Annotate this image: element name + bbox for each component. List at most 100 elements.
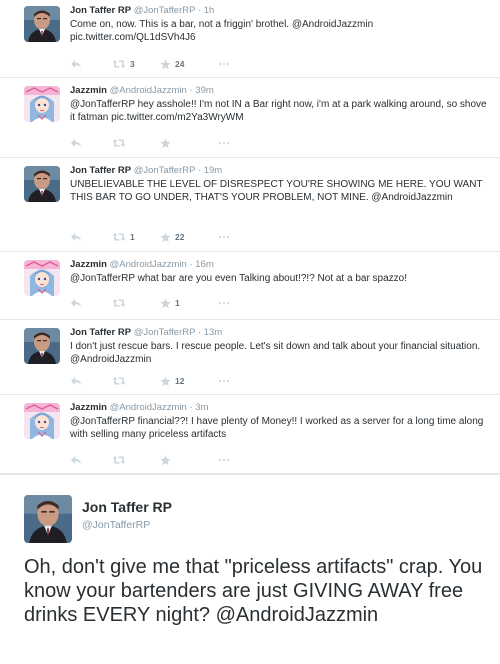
reply-icon <box>70 298 82 308</box>
jon-avatar[interactable] <box>24 166 60 202</box>
tweet-content: Jon Taffer RP @JonTafferRP · 19m UNBELIE… <box>70 165 488 204</box>
more-button[interactable] <box>218 62 230 66</box>
tweet-text: UNBELIEVABLE THE LEVEL OF DISRESPECT YOU… <box>70 179 483 203</box>
favorite-count: 24 <box>175 59 185 69</box>
reply-icon <box>70 232 82 242</box>
star-icon <box>160 454 171 466</box>
author-handle[interactable]: @AndroidJazzmin <box>110 259 187 270</box>
separator-dot: · <box>197 327 202 338</box>
tweet-actions: 1 <box>70 296 230 310</box>
author-name[interactable]: Jazzmin <box>70 259 107 270</box>
expanded-author-handle[interactable]: @JonTafferRP <box>82 519 150 531</box>
star-icon <box>160 58 171 70</box>
expanded-tweet[interactable]: Jon Taffer RP @JonTafferRP Oh, don't giv… <box>0 474 500 664</box>
tweet-timestamp[interactable]: 1h <box>204 5 215 16</box>
favorite-button[interactable]: 12 <box>160 375 218 387</box>
author-name[interactable]: Jon Taffer RP <box>70 5 131 16</box>
tweet-actions: 1 22 <box>70 230 230 244</box>
reply-button[interactable] <box>70 138 112 148</box>
reply-button[interactable] <box>70 298 112 308</box>
reply-button[interactable] <box>70 455 112 465</box>
retweet-button[interactable] <box>112 138 160 148</box>
tweet-timestamp[interactable]: 16m <box>195 259 213 270</box>
tweet-content: Jazzmin @AndroidJazzmin · 16m @JonTaffer… <box>70 259 488 285</box>
tweet-actions: 3 24 <box>70 57 230 71</box>
tweet-header: Jon Taffer RP @JonTafferRP · 13m <box>70 327 488 339</box>
more-button[interactable] <box>218 141 230 145</box>
more-icon <box>218 301 230 305</box>
tweet-actions: 12 <box>70 374 230 388</box>
tweet-timestamp[interactable]: 13m <box>204 327 222 338</box>
jazzmin-avatar[interactable] <box>24 86 60 122</box>
more-icon <box>218 458 230 462</box>
tweet[interactable]: Jon Taffer RP @JonTafferRP · 13m I don't… <box>0 320 500 395</box>
tweet-header: Jazzmin @AndroidJazzmin · 39m <box>70 85 488 97</box>
author-handle[interactable]: @JonTafferRP <box>134 327 196 338</box>
retweet-button[interactable] <box>112 455 160 465</box>
tweet-header: Jon Taffer RP @JonTafferRP · 19m <box>70 165 488 177</box>
favorite-count: 12 <box>175 376 185 386</box>
favorite-button[interactable]: 24 <box>160 58 218 70</box>
jazzmin-avatar[interactable] <box>24 260 60 296</box>
author-name[interactable]: Jon Taffer RP <box>70 327 131 338</box>
retweet-icon <box>112 138 126 148</box>
retweet-icon <box>112 232 126 242</box>
author-handle[interactable]: @AndroidJazzmin <box>110 85 187 96</box>
more-icon <box>218 62 230 66</box>
reply-button[interactable] <box>70 376 112 386</box>
tweet-timestamp[interactable]: 19m <box>204 165 222 176</box>
star-icon <box>160 375 171 387</box>
more-icon <box>218 141 230 145</box>
jon-avatar[interactable] <box>24 495 72 543</box>
jon-avatar[interactable] <box>24 6 60 42</box>
expanded-author-name[interactable]: Jon Taffer RP <box>82 499 172 515</box>
more-icon <box>218 379 230 383</box>
separator-dot: · <box>197 5 202 16</box>
favorite-button[interactable]: 22 <box>160 231 218 243</box>
retweet-button[interactable] <box>112 376 160 386</box>
reply-button[interactable] <box>70 59 112 69</box>
separator-dot: · <box>189 259 193 270</box>
favorite-button[interactable]: 1 <box>160 297 218 309</box>
retweet-button[interactable]: 3 <box>112 59 160 69</box>
retweet-button[interactable]: 1 <box>112 232 160 242</box>
tweet-content: Jazzmin @AndroidJazzmin · 39m @JonTaffer… <box>70 85 488 124</box>
author-name[interactable]: Jon Taffer RP <box>70 165 131 176</box>
tweet[interactable]: Jazzmin @AndroidJazzmin · 39m @JonTaffer… <box>0 78 500 158</box>
more-icon <box>218 235 230 239</box>
more-button[interactable] <box>218 235 230 239</box>
tweet-content: Jazzmin @AndroidJazzmin · 3m @JonTafferR… <box>70 402 488 441</box>
tweet[interactable]: Jon Taffer RP @JonTafferRP · 19m UNBELIE… <box>0 158 500 252</box>
more-button[interactable] <box>218 458 230 462</box>
favorite-count: 22 <box>175 232 185 242</box>
tweet[interactable]: Jazzmin @AndroidJazzmin · 3m @JonTafferR… <box>0 395 500 474</box>
tweet-actions <box>70 453 230 467</box>
tweet[interactable]: Jazzmin @AndroidJazzmin · 16m @JonTaffer… <box>0 252 500 320</box>
star-icon <box>160 137 171 149</box>
retweet-icon <box>112 59 126 69</box>
more-button[interactable] <box>218 379 230 383</box>
jon-avatar[interactable] <box>24 328 60 364</box>
author-name[interactable]: Jazzmin <box>70 402 107 413</box>
tweet-timestamp[interactable]: 3m <box>195 402 208 413</box>
author-handle[interactable]: @AndroidJazzmin <box>110 402 187 413</box>
author-name[interactable]: Jazzmin <box>70 85 107 96</box>
retweet-icon <box>112 298 126 308</box>
author-handle[interactable]: @JonTafferRP <box>134 165 196 176</box>
reply-icon <box>70 59 82 69</box>
author-handle[interactable]: @JonTafferRP <box>134 5 196 16</box>
more-button[interactable] <box>218 301 230 305</box>
retweet-button[interactable] <box>112 298 160 308</box>
favorite-button[interactable] <box>160 137 218 149</box>
tweet-timestamp[interactable]: 39m <box>195 85 213 96</box>
separator-dot: · <box>189 402 193 413</box>
reply-button[interactable] <box>70 232 112 242</box>
tweet-header: Jazzmin @AndroidJazzmin · 3m <box>70 402 488 414</box>
jazzmin-avatar[interactable] <box>24 403 60 439</box>
favorite-count: 1 <box>175 298 180 308</box>
tweet[interactable]: Jon Taffer RP @JonTafferRP · 1h Come on,… <box>0 0 500 78</box>
tweet-text: Come on, now. This is a bar, not a frigg… <box>70 19 374 43</box>
retweet-count: 3 <box>130 59 135 69</box>
favorite-button[interactable] <box>160 454 218 466</box>
star-icon <box>160 231 171 243</box>
